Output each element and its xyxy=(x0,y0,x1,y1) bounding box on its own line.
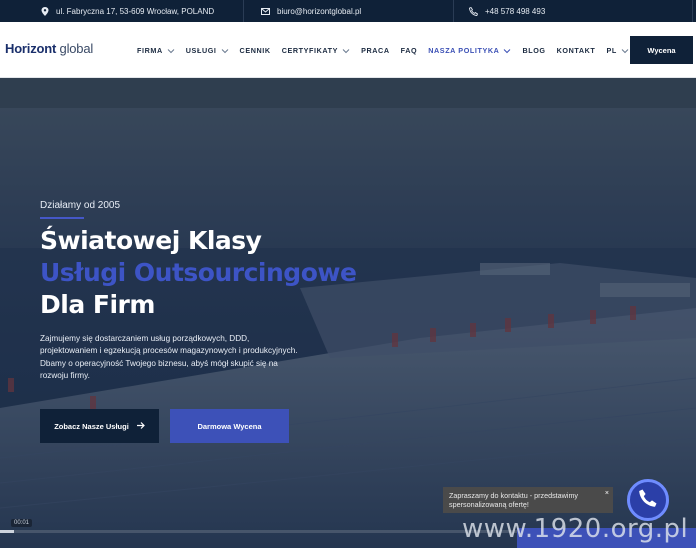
envelope-icon xyxy=(261,7,270,16)
menu-item-label: NASZA POLITYKA xyxy=(428,45,500,55)
video-time: 00:01 xyxy=(11,519,33,527)
hero-lead-text: Zajmujemy się dostarczaniem usług porząd… xyxy=(40,334,298,381)
hero-section: Działamy od 2005 Światowej Klasy Usługi … xyxy=(0,78,696,548)
menu-items: FIRMA USŁUGI CENNIK CERTYFIKATY PRACA FAQ NASZ… xyxy=(137,22,640,78)
menu-item-blog[interactable]: BLOG xyxy=(522,46,545,55)
phone-link[interactable]: +48 578 498 493 xyxy=(485,7,545,16)
menu-item-label: FIRMA xyxy=(137,45,163,55)
menu-item-cennik[interactable]: CENNIK xyxy=(240,46,271,55)
phone-icon xyxy=(638,488,658,513)
menu-item-usługi[interactable]: USŁUGI xyxy=(186,46,229,55)
menu-item-firma[interactable]: FIRMA xyxy=(137,46,175,55)
hero-title-line-2: Usługi Outsourcingowe xyxy=(40,258,357,287)
menu-item-label: FAQ xyxy=(400,45,418,55)
logo[interactable]: Horizont global xyxy=(5,41,93,56)
arrow-right-icon xyxy=(136,421,145,431)
address-text: ul. Fabryczna 17, 53-609 Wrocław, POLAND xyxy=(56,6,215,16)
menu-item-praca[interactable]: PRACA xyxy=(361,46,390,55)
free-quote-button[interactable]: Darmowa Wycena xyxy=(170,409,289,443)
chevron-down-icon xyxy=(621,47,629,54)
chevron-down-icon xyxy=(342,47,350,54)
menu-item-kontakt[interactable]: KONTAKT xyxy=(557,46,596,55)
chat-tooltip: Zapraszamy do kontaktu - przedstawimy sp… xyxy=(443,487,613,513)
chat-tooltip-text: Zapraszamy do kontaktu - przedstawimy sp… xyxy=(449,491,579,509)
services-button[interactable]: Zobacz Nasze Usługi xyxy=(40,409,159,443)
services-button-label: Zobacz Nasze Usługi xyxy=(54,421,129,431)
location-pin-icon xyxy=(40,6,49,16)
phone-icon xyxy=(469,6,478,16)
email-link[interactable]: biuro@horizontglobal.pl xyxy=(277,7,361,16)
menu-item-faq[interactable]: FAQ xyxy=(401,46,418,55)
menu-item-label: PL xyxy=(606,45,617,55)
top-contact-bar: ul. Fabryczna 17, 53-609 Wrocław, POLAND… xyxy=(0,0,696,22)
menu-item-certyfikaty[interactable]: CERTYFIKATY xyxy=(282,46,350,55)
menu-item-label: BLOG xyxy=(522,45,546,55)
menu-item-label: USŁUGI xyxy=(185,45,217,55)
main-navigation: Horizont global FIRMA USŁUGI CENNIK CERTYFI… xyxy=(0,22,696,78)
menu-item-nasza-polityka[interactable]: NASZA POLITYKA xyxy=(428,46,511,55)
phone-info[interactable]: +48 578 498 493 xyxy=(469,0,545,22)
menu-item-label: PRACA xyxy=(361,45,390,55)
hero-title-line-1: Światowej Klasy xyxy=(40,226,262,255)
watermark: www.1920.org.pl xyxy=(462,514,689,544)
logo-bold-text: Horizont xyxy=(5,41,57,56)
chevron-down-icon xyxy=(221,47,229,54)
chevron-down-icon xyxy=(503,47,511,54)
hero-title-line-3: Dla Firm xyxy=(40,290,155,319)
email-info[interactable]: biuro@horizontglobal.pl xyxy=(261,0,361,22)
menu-item-label: CERTYFIKATY xyxy=(281,45,339,55)
logo-light-text: global xyxy=(56,41,94,56)
wycena-button[interactable]: Wycena xyxy=(630,36,693,64)
close-icon[interactable]: × xyxy=(605,489,609,498)
video-progress-fill xyxy=(0,530,14,533)
chevron-down-icon xyxy=(167,47,175,54)
since-underline xyxy=(40,217,84,219)
since-label: Działamy od 2005 xyxy=(40,200,121,211)
menu-item-label: CENNIK xyxy=(239,45,271,55)
menu-item-pl[interactable]: PL xyxy=(606,45,629,55)
address-info: ul. Fabryczna 17, 53-609 Wrocław, POLAND xyxy=(40,0,214,22)
menu-item-label: KONTAKT xyxy=(556,45,596,55)
